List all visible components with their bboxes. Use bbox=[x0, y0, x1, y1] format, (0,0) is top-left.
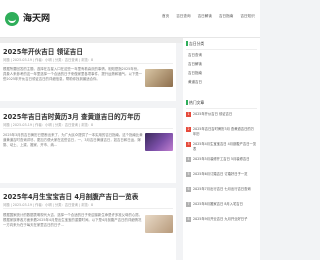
article-meta: 问题 | 2025-03-19 | 作者：小明 | 分类：吉日查询 | 浏览：8 bbox=[3, 58, 94, 62]
category-link[interactable]: 吉日解读 bbox=[188, 62, 202, 67]
article-list: 2025年开伙吉日 领证吉日 问题 | 2025-03-19 | 作者：小明 |… bbox=[0, 43, 176, 260]
header: 海天网 首页 吉日查询 吉日解读 吉日指南 吉日知识 bbox=[0, 0, 260, 38]
sidebar: 吉日分类 吉日查询 吉日解读 吉日指南 黄道吉日 热门文章 1 2025年开伙吉… bbox=[183, 38, 260, 260]
rank-badge: 4 bbox=[186, 157, 191, 162]
rank-badge: 8 bbox=[186, 217, 191, 222]
article-meta: 问题 | 2025-03-19 | 作者：小明 | 分类：吉日查询 | 浏览：8 bbox=[3, 203, 94, 207]
ranking-link[interactable]: 2025年开伙吉日 领证吉日 bbox=[193, 112, 257, 117]
category-link[interactable]: 吉日指南 bbox=[188, 71, 202, 76]
ranking-link[interactable]: 2025年5月装修开工吉日 5月装修吉日 bbox=[193, 157, 257, 162]
ranking-item[interactable]: 2 2025年吉日吉时黄历3月 查黄道吉日的万年历 bbox=[186, 127, 258, 137]
divider bbox=[186, 49, 257, 50]
article-card: 2025年开伙吉日 领证吉日 问题 | 2025-03-19 | 作者：小明 |… bbox=[0, 43, 176, 101]
divider bbox=[3, 63, 173, 64]
rank-badge: 1 bbox=[186, 112, 191, 117]
article-thumbnail[interactable] bbox=[145, 69, 173, 87]
nav-item-guide[interactable]: 吉日指南 bbox=[219, 14, 233, 19]
article-meta: 问题 | 2025-03-19 | 作者：小明 | 分类：吉日查询 | 浏览：8 bbox=[3, 123, 94, 127]
nav-item-query[interactable]: 吉日查询 bbox=[176, 14, 190, 19]
widget-title: 热门文章 bbox=[189, 100, 205, 105]
category-link[interactable]: 黄道吉日 bbox=[188, 80, 202, 85]
ranking-item[interactable]: 1 2025年开伙吉日 领证吉日 bbox=[186, 112, 258, 122]
main-nav: 首页 吉日查询 吉日解读 吉日指南 吉日知识 bbox=[162, 14, 255, 19]
divider bbox=[3, 128, 173, 129]
ranking-link[interactable]: 2025年9月开业吉日 九月开业好日子 bbox=[193, 217, 257, 222]
ranking-item[interactable]: 6 2025年7月出行吉日 七月出行吉日查询 bbox=[186, 187, 258, 197]
article-card: 2025年吉日吉时黄历3月 查黄道吉日的万年历 问题 | 2025-03-19 … bbox=[0, 108, 176, 183]
article-excerpt: 2025年3月的吉日黄历已是断出来了，为广大民众提供了一本实用的吉日指南。这个指… bbox=[3, 133, 143, 148]
nav-item-home[interactable]: 首页 bbox=[162, 14, 169, 19]
ranking-link[interactable]: 2025年7月出行吉日 七月出行吉日查询 bbox=[193, 187, 257, 192]
ranking-item[interactable]: 5 2025年6月订婚吉日 订婚好日子一览 bbox=[186, 172, 258, 182]
ranking-link[interactable]: 2025年6月订婚吉日 订婚好日子一览 bbox=[193, 172, 257, 177]
ranking-link[interactable]: 2025年吉日吉时黄历3月 查黄道吉日的万年历 bbox=[193, 127, 257, 136]
ranking-item[interactable]: 8 2025年9月开业吉日 九月开业好日子 bbox=[186, 217, 258, 227]
rank-badge: 5 bbox=[186, 172, 191, 177]
site-logo[interactable]: 海天网 bbox=[3, 9, 53, 29]
site-name: 海天网 bbox=[23, 14, 51, 24]
article-excerpt: 根据所要回答的主题，选择在吉星入口在这些一年里有着喜庆的事情。相知是指2025年… bbox=[3, 67, 143, 82]
ranking-link[interactable]: 2025年4月生宝宝吉日 4月剖腹产吉日一览表 bbox=[193, 142, 257, 151]
category-widget: 吉日分类 吉日查询 吉日解读 吉日指南 黄道吉日 bbox=[183, 38, 260, 96]
rank-badge: 7 bbox=[186, 202, 191, 207]
ranking-link[interactable]: 2025年8月搬家吉日 8月入宅吉日 bbox=[193, 202, 257, 207]
ranking-item[interactable]: 7 2025年8月搬家吉日 8月入宅吉日 bbox=[186, 202, 258, 212]
article-excerpt: 根据国家统计的数据表明现代大吉，选择一个合适的日子来迎接新生命是许多准父母的心愿… bbox=[3, 213, 143, 228]
article-title[interactable]: 2025年开伙吉日 领证吉日 bbox=[3, 46, 83, 56]
rank-badge: 3 bbox=[186, 142, 191, 147]
widget-title: 吉日分类 bbox=[189, 41, 205, 46]
nav-item-knowledge[interactable]: 吉日知识 bbox=[240, 14, 254, 19]
logo-icon bbox=[5, 12, 19, 26]
article-title[interactable]: 2025年4月生宝宝吉日 4月剖腹产吉日一览表 bbox=[3, 191, 138, 201]
divider bbox=[3, 208, 173, 209]
rank-badge: 2 bbox=[186, 127, 191, 132]
article-title[interactable]: 2025年吉日吉时黄历3月 查黄道吉日的万年历 bbox=[3, 111, 140, 121]
widget-accent bbox=[186, 100, 188, 105]
divider bbox=[186, 108, 257, 109]
rank-badge: 6 bbox=[186, 187, 191, 192]
article-card: 2025年4月生宝宝吉日 4月剖腹产吉日一览表 问题 | 2025-03-19 … bbox=[0, 188, 176, 260]
article-thumbnail[interactable] bbox=[145, 133, 173, 151]
ranking-widget: 热门文章 1 2025年开伙吉日 领证吉日 2 2025年吉日吉时黄历3月 查黄… bbox=[183, 96, 260, 260]
widget-accent bbox=[186, 41, 188, 46]
ranking-item[interactable]: 4 2025年5月装修开工吉日 5月装修吉日 bbox=[186, 157, 258, 167]
article-thumbnail[interactable] bbox=[145, 215, 173, 233]
nav-item-interpret[interactable]: 吉日解读 bbox=[198, 14, 212, 19]
category-link[interactable]: 吉日查询 bbox=[188, 53, 202, 58]
ranking-item[interactable]: 3 2025年4月生宝宝吉日 4月剖腹产吉日一览表 bbox=[186, 142, 258, 152]
